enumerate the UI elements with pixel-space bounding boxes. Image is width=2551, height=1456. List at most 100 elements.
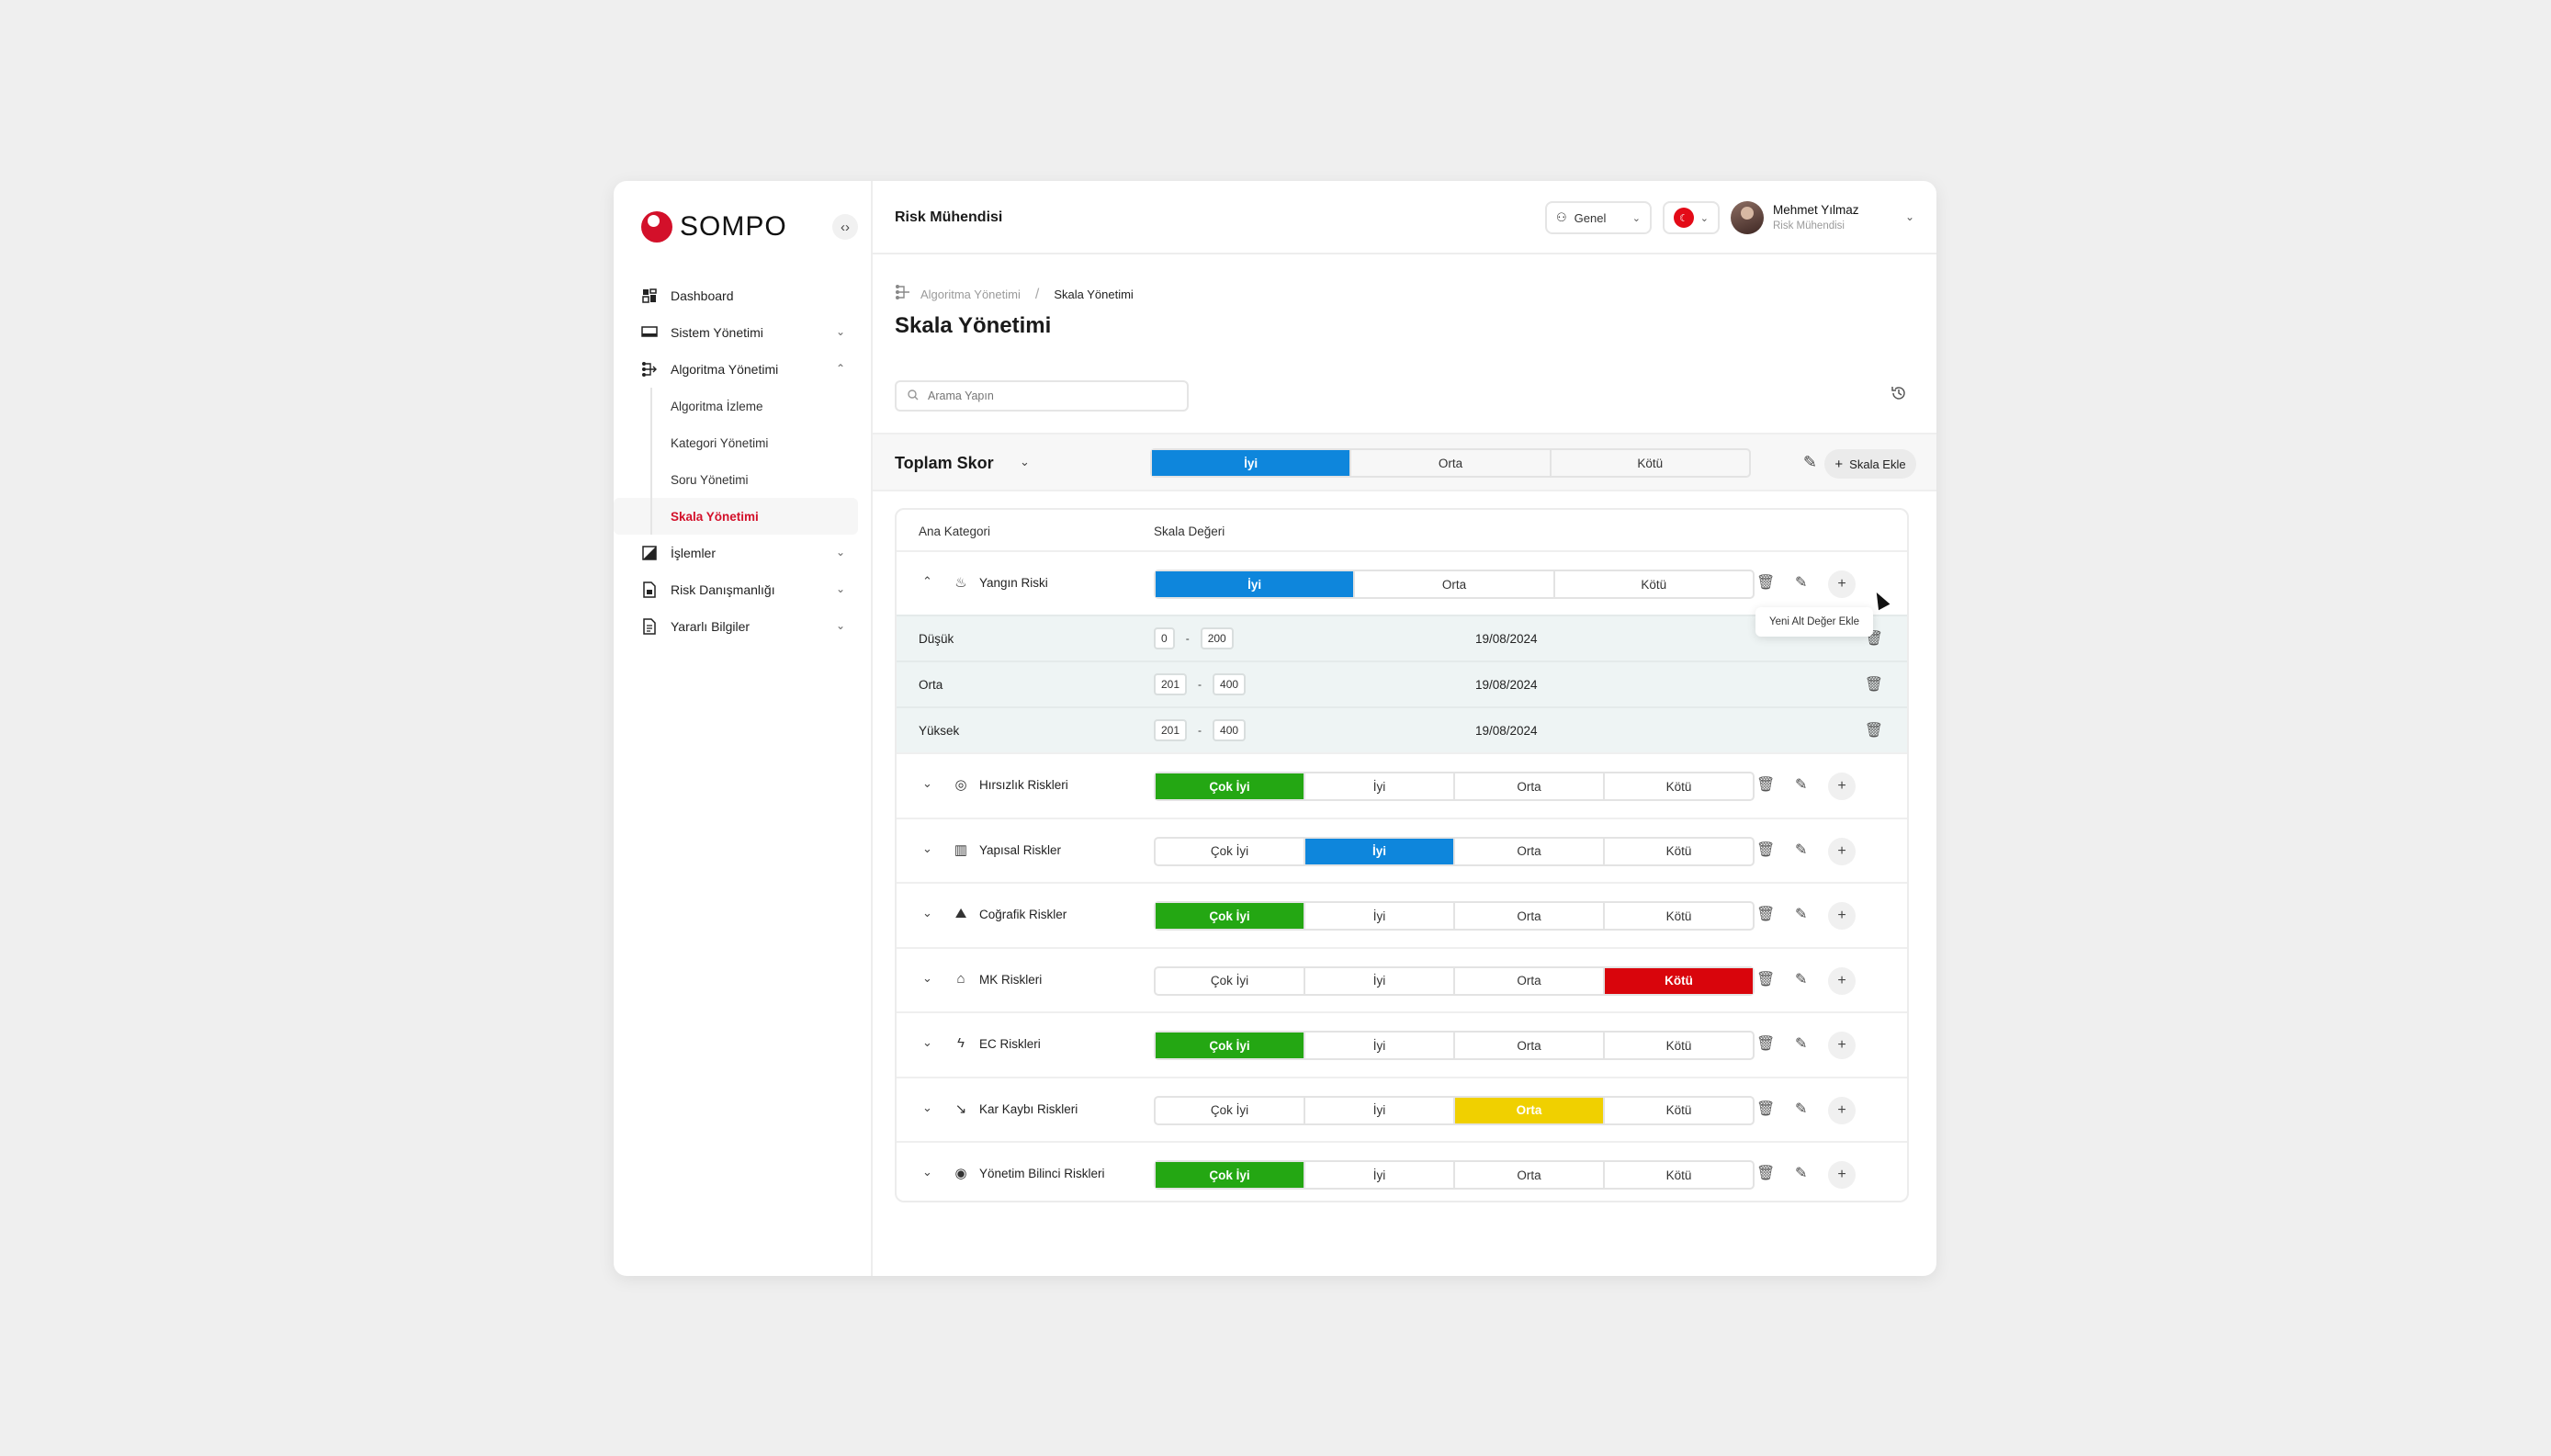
pencil-icon[interactable]: ✎ [1795, 573, 1807, 592]
sidebar-item-sistem-yonetimi[interactable]: Sistem Yönetimi ⌄ [614, 314, 873, 351]
pencil-icon[interactable]: ✎ [1795, 1100, 1807, 1118]
trash-icon[interactable]: 🗑 [1756, 775, 1775, 794]
trash-icon[interactable]: 🗑 [1756, 905, 1775, 923]
chevron-down-icon[interactable]: ⌄ [922, 971, 932, 986]
scale-option[interactable]: Çok İyi [1156, 773, 1305, 799]
pencil-icon[interactable]: ✎ [1795, 1034, 1807, 1053]
add-scale-button[interactable]: + Skala Ekle [1824, 449, 1916, 479]
sidebar-item-dashboard[interactable]: Dashboard [614, 277, 873, 314]
trash-icon[interactable]: 🗑 [1865, 721, 1883, 739]
chevron-down-icon[interactable]: ⌄ [922, 1165, 932, 1179]
add-sub-value-button[interactable]: + [1828, 966, 1856, 995]
total-score-bar: Toplam Skor ⌄ İyi Orta Kötü ✎ + Skala Ek… [873, 433, 1936, 491]
trash-icon[interactable]: 🗑 [1756, 1100, 1775, 1118]
range-max-field[interactable]: 400 [1213, 719, 1247, 741]
trash-icon[interactable]: 🗑 [1756, 841, 1775, 859]
scale-option[interactable]: Kötü [1605, 903, 1753, 929]
add-sub-value-button[interactable]: + [1828, 1161, 1856, 1189]
chevron-down-icon[interactable]: ⌄ [922, 841, 932, 856]
scale-option[interactable]: Kötü [1605, 967, 1753, 994]
range-max-field[interactable]: 400 [1213, 673, 1247, 695]
scale-option[interactable]: Çok İyi [1156, 1162, 1305, 1188]
pencil-icon[interactable]: ✎ [1795, 1164, 1807, 1182]
scale-option[interactable]: Kötü [1605, 1098, 1753, 1123]
scale-option[interactable]: İyi [1305, 838, 1455, 864]
range-max-field[interactable]: 200 [1200, 627, 1234, 649]
scale-option[interactable]: Kötü [1555, 571, 1753, 597]
sidebar-item-kategori-yonetimi[interactable]: Kategori Yönetimi [614, 424, 873, 461]
sidebar-item-algoritma-izleme[interactable]: Algoritma İzleme [614, 388, 873, 424]
trash-icon[interactable]: 🗑 [1756, 1034, 1775, 1053]
user-menu[interactable]: Mehmet Yılmaz Risk Mühendisi ⌄ [1731, 199, 1914, 238]
add-sub-value-button[interactable]: + [1828, 1032, 1856, 1059]
scale-option[interactable]: Çok İyi [1156, 967, 1305, 994]
chevron-down-icon[interactable]: ⌄ [922, 906, 932, 920]
mode-select[interactable]: ⚇ Genel ⌄ [1545, 201, 1652, 234]
scale-option[interactable]: Çok İyi [1156, 1097, 1305, 1123]
range-min-field[interactable]: 0 [1154, 627, 1175, 649]
search-input[interactable] [928, 389, 1167, 402]
pencil-icon[interactable]: ✎ [1795, 970, 1807, 988]
scale-option[interactable]: Kötü [1552, 450, 1749, 476]
scale-option[interactable]: İyi [1305, 903, 1455, 929]
monitor-icon [641, 324, 658, 341]
scale-option[interactable]: Çok İyi [1156, 903, 1305, 929]
trash-icon[interactable]: 🗑 [1756, 1164, 1775, 1182]
sidebar-item-algoritma-yonetimi[interactable]: Algoritma Yönetimi ⌃ [614, 351, 873, 388]
scale-option[interactable]: Çok İyi [1156, 838, 1305, 864]
user-role: Risk Mühendisi [1773, 220, 1845, 231]
pencil-icon[interactable]: ✎ [1795, 841, 1807, 859]
range-min-field[interactable]: 201 [1154, 673, 1188, 695]
history-icon[interactable] [1891, 385, 1907, 406]
scale-option[interactable]: İyi [1305, 1162, 1455, 1188]
chevron-down-icon[interactable]: ⌄ [922, 776, 932, 791]
avatar [1731, 201, 1764, 234]
scale-option[interactable]: Orta [1455, 1033, 1605, 1058]
scale-option[interactable]: İyi [1305, 1097, 1455, 1123]
sidebar-item-yararli-bilgiler[interactable]: Yararlı Bilgiler ⌄ [614, 608, 873, 645]
chevron-up-icon[interactable]: ⌃ [922, 574, 932, 589]
language-select[interactable]: ☾ ⌄ [1663, 201, 1720, 234]
chevron-down-icon[interactable]: ⌄ [1020, 455, 1030, 469]
scale-option[interactable]: Orta [1351, 450, 1552, 476]
trash-icon[interactable]: 🗑 [1756, 970, 1775, 988]
trash-icon[interactable]: 🗑 [1756, 573, 1775, 592]
scale-option[interactable]: İyi [1305, 1033, 1455, 1058]
total-score-title: Toplam Skor [895, 454, 994, 472]
scale-option[interactable]: Kötü [1605, 1162, 1753, 1188]
trash-icon[interactable]: 🗑 [1865, 675, 1883, 694]
scale-option[interactable]: İyi [1152, 450, 1352, 476]
scale-option[interactable]: Kötü [1605, 773, 1753, 799]
scale-option[interactable]: Orta [1455, 1097, 1605, 1123]
scale-option[interactable]: İyi [1305, 773, 1455, 799]
pencil-icon[interactable]: ✎ [1795, 905, 1807, 923]
collapse-sidebar-button[interactable]: ‹› [832, 214, 858, 240]
add-sub-value-button[interactable]: + [1828, 1096, 1856, 1124]
sidebar-item-soru-yonetimi[interactable]: Soru Yönetimi [614, 461, 873, 498]
scale-option[interactable]: Orta [1455, 903, 1605, 929]
add-sub-value-button[interactable]: + [1828, 902, 1856, 930]
add-sub-value-button[interactable]: + [1828, 570, 1856, 598]
scale-option[interactable]: Orta [1455, 967, 1605, 994]
pencil-icon[interactable]: ✎ [1795, 775, 1807, 794]
breadcrumb-item-algoritma[interactable]: Algoritma Yönetimi [920, 288, 1021, 301]
scale-option[interactable]: Orta [1355, 571, 1555, 597]
scale-option[interactable]: Kötü [1605, 1033, 1753, 1058]
scale-option[interactable]: Orta [1455, 773, 1605, 799]
scale-option[interactable]: Çok İyi [1156, 1033, 1305, 1058]
pencil-icon[interactable]: ✎ [1803, 453, 1817, 472]
chevron-down-icon[interactable]: ⌄ [922, 1035, 932, 1050]
scale-option[interactable]: Orta [1455, 838, 1605, 864]
scale-option[interactable]: Kötü [1605, 839, 1753, 864]
add-sub-value-button[interactable]: + [1828, 773, 1856, 800]
sidebar-item-risk-danismanligi[interactable]: Risk Danışmanlığı ⌄ [614, 571, 873, 608]
scale-option[interactable]: İyi [1156, 571, 1356, 597]
algorithm-icon [895, 284, 911, 305]
add-sub-value-button[interactable]: + [1828, 837, 1856, 865]
scale-option[interactable]: İyi [1305, 967, 1455, 994]
search-box[interactable] [895, 380, 1189, 412]
chevron-down-icon[interactable]: ⌄ [922, 1100, 932, 1115]
scale-option[interactable]: Orta [1455, 1162, 1605, 1188]
range-min-field[interactable]: 201 [1154, 719, 1188, 741]
sidebar-item-islemler[interactable]: İşlemler ⌄ [614, 535, 873, 571]
